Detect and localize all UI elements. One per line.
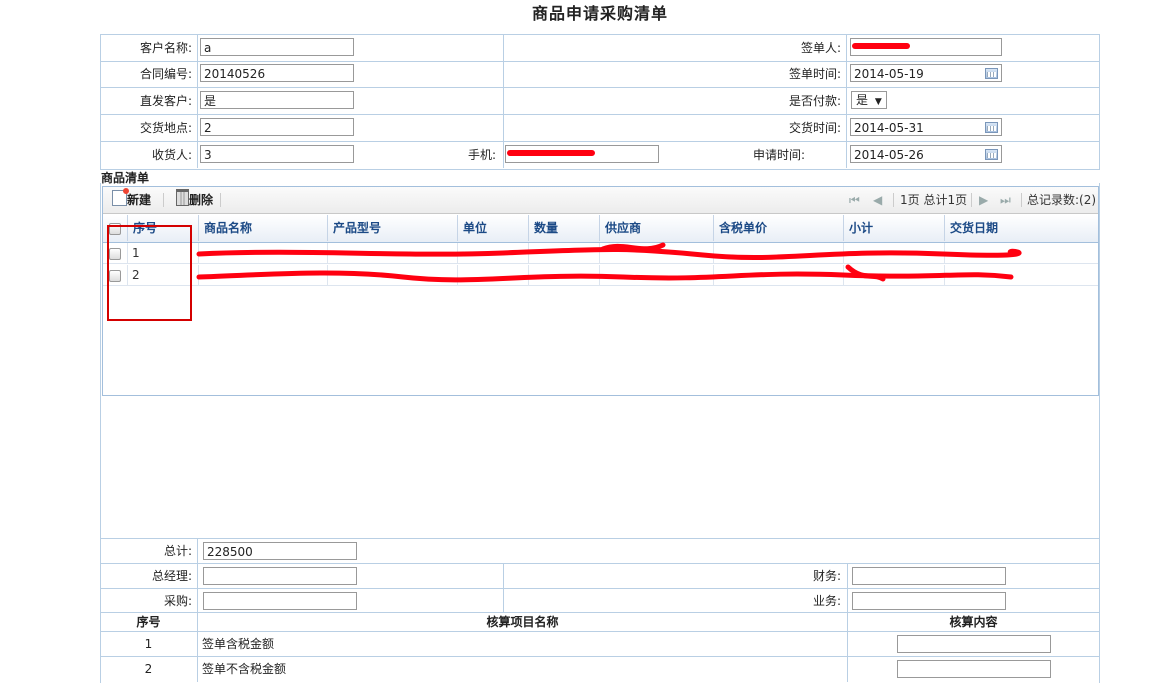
acct-header-no: 序号 — [136, 615, 161, 629]
paid-select[interactable]: 是 ▼ — [851, 91, 887, 109]
acct-content-input[interactable] — [897, 635, 1051, 653]
new-button[interactable]: 新建 — [112, 188, 151, 211]
acct-row-no: 2 — [144, 662, 153, 676]
phone-label: 手机: — [467, 148, 496, 162]
business-label: 业务: — [812, 594, 841, 608]
calendar-icon[interactable] — [985, 149, 998, 160]
grid-toolbar: 新建 删除 ⏮ ◀ 1页 总计1页 ▶ ⏭ 总记录数:(2) — [103, 187, 1098, 214]
purchase-input[interactable] — [203, 592, 357, 610]
receiver-input[interactable]: 3 — [200, 145, 354, 163]
total-label: 总计: — [163, 544, 192, 558]
general-manager-input[interactable] — [203, 567, 357, 585]
prev-page-button[interactable]: ◀ — [873, 187, 882, 213]
customer-name-label: 客户名称: — [139, 41, 192, 55]
delivery-time-label: 交货时间: — [788, 121, 841, 135]
paid-label: 是否付款: — [788, 94, 841, 108]
total-records: 总记录数:(2) — [1027, 193, 1097, 207]
finance-input[interactable] — [852, 567, 1006, 585]
new-icon — [112, 188, 129, 206]
delivery-place-label: 交货地点: — [139, 121, 192, 135]
delivery-place-input[interactable]: 2 — [200, 118, 354, 136]
delivery-time-input[interactable]: 2014-05-31 — [850, 118, 1002, 136]
acct-row-name: 签单含税金额 — [202, 637, 275, 651]
redaction-scribbles — [196, 242, 1022, 283]
delete-button[interactable]: 删除 — [176, 189, 213, 211]
general-manager-label: 总经理: — [151, 569, 192, 583]
purchase-label: 采购: — [163, 594, 192, 608]
acct-content-input[interactable] — [897, 660, 1051, 678]
business-input[interactable] — [852, 592, 1006, 610]
redaction-mark — [852, 43, 910, 49]
direct-customer-input[interactable]: 是 — [200, 91, 354, 109]
redaction-mark — [507, 150, 595, 156]
calendar-icon[interactable] — [985, 68, 998, 79]
goods-grid: 新建 删除 ⏮ ◀ 1页 总计1页 ▶ ⏭ 总记录数:(2) 序号 商品名称 产… — [102, 186, 1099, 396]
page-title: 商品申请采购清单 — [531, 4, 668, 23]
signer-label: 签单人: — [800, 41, 841, 55]
annotation-box — [107, 225, 192, 321]
acct-header-name: 核算项目名称 — [486, 615, 559, 629]
sign-time-input[interactable]: 2014-05-19 — [850, 64, 1002, 82]
next-page-button[interactable]: ▶ — [979, 187, 988, 213]
apply-time-label: 申请时间: — [752, 148, 805, 162]
contract-no-label: 合同编号: — [139, 67, 192, 81]
paid-select-value: 是 — [856, 93, 869, 107]
chevron-down-icon: ▼ — [874, 97, 882, 107]
sign-time-label: 签单时间: — [788, 67, 841, 81]
acct-row-name: 签单不含税金额 — [202, 662, 287, 676]
apply-time-input[interactable]: 2014-05-26 — [850, 145, 1002, 163]
finance-label: 财务: — [812, 569, 841, 583]
pager-info: 1页 总计1页 — [900, 193, 968, 207]
apply-time-value: 2014-05-26 — [854, 148, 924, 162]
first-page-button[interactable]: ⏮ — [849, 187, 860, 213]
direct-customer-label: 直发客户: — [139, 94, 192, 108]
total-input[interactable]: 228500 — [203, 542, 357, 560]
sign-time-value: 2014-05-19 — [854, 67, 924, 81]
delivery-time-value: 2014-05-31 — [854, 121, 924, 135]
receiver-label: 收货人: — [151, 148, 192, 162]
acct-row-no: 1 — [144, 637, 153, 651]
customer-name-input[interactable]: a — [200, 38, 354, 56]
trash-icon — [176, 189, 189, 206]
contract-no-input[interactable]: 20140526 — [200, 64, 354, 82]
calendar-icon[interactable] — [985, 122, 998, 133]
last-page-button[interactable]: ⏭ — [1000, 187, 1011, 213]
acct-header-content: 核算内容 — [949, 615, 998, 629]
